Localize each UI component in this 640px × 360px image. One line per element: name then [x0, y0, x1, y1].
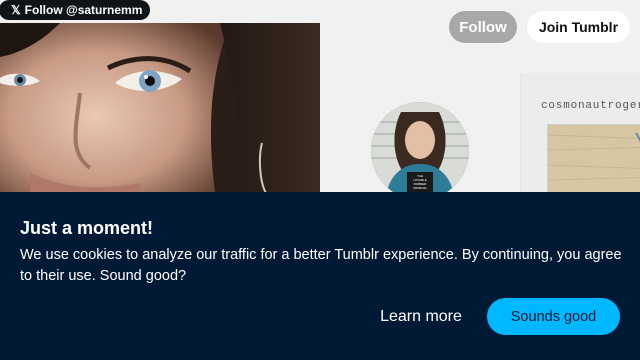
- tumblr-blog-page: 𝕏 Follow @saturnemm Follow Join Tumblr T…: [0, 0, 640, 360]
- cookie-consent-banner: Just a moment! We use cookies to analyze…: [0, 192, 640, 360]
- x-follow-label: Follow @saturnemm: [24, 3, 143, 17]
- accept-cookies-button[interactable]: Sounds good: [487, 298, 620, 335]
- sidebar-post-card: cosmonautroger:: [520, 73, 640, 204]
- placard-line: CRIMINAL: [412, 186, 428, 190]
- mugshot-placard: THE LOVABLE ROBBER CRIMINAL: [407, 172, 433, 192]
- x-follow-button[interactable]: 𝕏 Follow @saturnemm: [0, 0, 150, 20]
- x-logo-icon: 𝕏: [11, 3, 21, 17]
- follow-button[interactable]: Follow: [449, 11, 517, 43]
- learn-more-button[interactable]: Learn more: [368, 300, 474, 334]
- cookie-message: We use cookies to analyze our traffic fo…: [20, 247, 622, 284]
- reblog-username-link[interactable]: cosmonautroger:: [541, 100, 640, 112]
- join-tumblr-button[interactable]: Join Tumblr: [527, 11, 630, 43]
- portrait-image: [0, 23, 320, 193]
- blog-avatar[interactable]: THE LOVABLE ROBBER CRIMINAL: [371, 102, 469, 200]
- post-photo[interactable]: [0, 23, 320, 193]
- cookie-title: Just a moment!: [20, 218, 154, 238]
